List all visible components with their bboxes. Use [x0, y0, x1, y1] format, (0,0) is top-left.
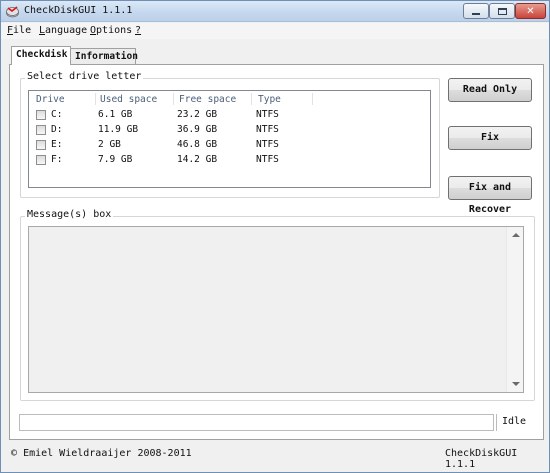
file-system-type: NTFS [256, 139, 279, 150]
menu-language[interactable]: Language [39, 25, 87, 36]
progress-bar [19, 414, 494, 431]
column-header-used[interactable]: Used space [100, 94, 157, 105]
menu-bar: File Language Options ? [1, 23, 549, 39]
drive-letter: D: [51, 124, 63, 135]
maximize-button[interactable] [489, 3, 515, 19]
menu-file[interactable]: File [7, 25, 31, 36]
drive-checkbox-c[interactable] [36, 110, 46, 120]
free-space: 14.2 GB [177, 154, 218, 165]
drive-group-label: Select drive letter [25, 71, 144, 82]
status-text: Idle [502, 416, 527, 427]
maximize-icon [497, 7, 507, 15]
tab-checkdisk-label: Checkdisk [16, 49, 68, 60]
tab-information-label: Information [75, 51, 138, 62]
drive-letter: F: [51, 154, 63, 165]
file-system-type: NTFS [256, 124, 279, 135]
drive-checkbox-f[interactable] [36, 155, 46, 165]
drive-checkbox-d[interactable] [36, 125, 46, 135]
free-space: 23.2 GB [177, 109, 218, 120]
column-separator[interactable] [312, 93, 313, 105]
file-system-type: NTFS [256, 154, 279, 165]
column-header-type[interactable]: Type [258, 94, 281, 105]
used-space: 2 GB [98, 139, 121, 150]
used-space: 6.1 GB [98, 109, 133, 120]
used-space: 7.9 GB [98, 154, 133, 165]
menu-language-label: anguage [45, 25, 88, 36]
footer-copyright: © Emiel Wieldraaijer 2008-2011 [11, 448, 192, 459]
drive-letter: E: [51, 139, 63, 150]
tab-checkdisk[interactable]: Checkdisk [11, 46, 71, 65]
window-title: CheckDiskGUI 1.1.1 [24, 5, 133, 16]
message-scrollbar[interactable] [506, 227, 523, 392]
free-space: 36.9 GB [177, 124, 218, 135]
minimize-button[interactable] [463, 3, 489, 19]
minimize-icon [472, 13, 480, 15]
menu-file-label: ile [13, 25, 32, 36]
column-separator[interactable] [95, 93, 96, 105]
close-icon: ✕ [526, 5, 535, 17]
message-textarea[interactable] [28, 226, 524, 393]
read-only-button[interactable]: Read Only [448, 78, 532, 102]
fix-and-recover-button[interactable]: Fix and Recover [448, 176, 532, 215]
fix-button[interactable]: Fix [448, 126, 532, 150]
copyright-icon: © [11, 448, 18, 459]
column-header-free[interactable]: Free space [179, 94, 236, 105]
drive-list[interactable]: Drive Used space Free space Type C: 6.1 … [28, 90, 431, 188]
column-separator[interactable] [251, 93, 252, 105]
app-disk-icon [6, 6, 19, 18]
status-field: Idle [496, 414, 546, 431]
used-space: 11.9 GB [98, 124, 139, 135]
app-window: CheckDiskGUI 1.1.1 ✕ File Language Optio… [0, 0, 550, 473]
title-bar[interactable]: CheckDiskGUI 1.1.1 ✕ [1, 1, 549, 22]
footer-author: Emiel Wieldraaijer 2008-2011 [23, 448, 192, 459]
menu-help-accel: ? [135, 25, 142, 36]
menu-options-label: ptions [96, 25, 133, 36]
file-system-type: NTFS [256, 109, 279, 120]
tab-information[interactable]: Information [70, 48, 138, 65]
free-space: 46.8 GB [177, 139, 218, 150]
drive-letter: C: [51, 109, 63, 120]
scroll-down-arrow-icon[interactable] [512, 382, 520, 386]
column-header-drive[interactable]: Drive [36, 94, 65, 105]
menu-options[interactable]: Options [90, 25, 132, 36]
message-group-label: Message(s) box [25, 209, 114, 220]
menu-help[interactable]: ? [135, 25, 141, 36]
column-separator[interactable] [173, 93, 174, 105]
scroll-up-arrow-icon[interactable] [512, 233, 520, 237]
drive-checkbox-e[interactable] [36, 140, 46, 150]
close-button[interactable]: ✕ [515, 3, 546, 19]
footer-version: CheckDiskGUI 1.1.1 [445, 448, 518, 470]
